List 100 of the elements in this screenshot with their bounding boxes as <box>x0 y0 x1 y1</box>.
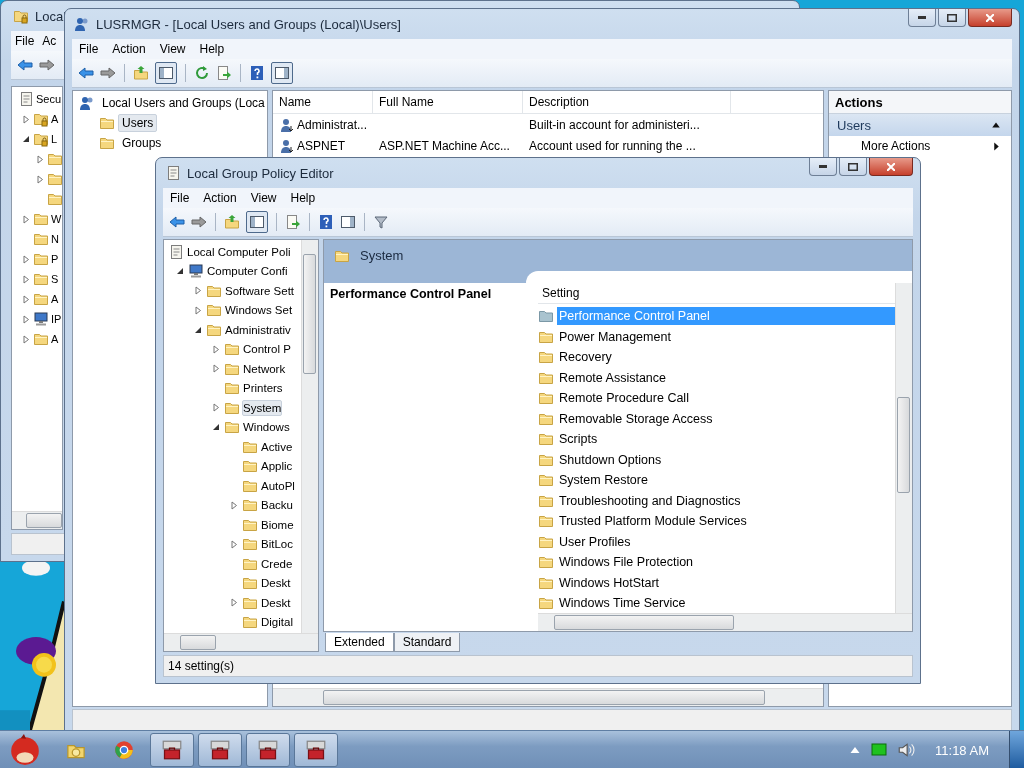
column-header[interactable]: Full Name <box>373 91 523 113</box>
back-arrow-icon[interactable] <box>78 65 94 81</box>
menu-item[interactable]: File <box>72 42 106 56</box>
forward-arrow-icon[interactable] <box>100 65 116 81</box>
collapsed-arrow-icon[interactable] <box>22 254 30 264</box>
tree-pane-icon[interactable] <box>155 62 177 84</box>
tree-item[interactable]: Computer Confi <box>206 263 289 280</box>
menu-item[interactable]: Action <box>105 42 153 56</box>
setting-item[interactable]: Trusted Platform Module Services <box>557 512 895 531</box>
tree-item[interactable]: Deskt <box>260 594 292 611</box>
help-icon[interactable] <box>249 65 265 81</box>
forward-arrow-icon[interactable] <box>191 214 207 230</box>
caret-up-icon[interactable] <box>991 120 1001 130</box>
tree-item[interactable]: A <box>50 113 60 125</box>
collapsed-arrow-icon[interactable] <box>230 539 238 549</box>
setting-item[interactable]: Power Management <box>557 327 895 346</box>
tree-item[interactable]: A <box>50 333 60 345</box>
tree-item[interactable]: S <box>50 273 60 285</box>
section-header[interactable]: Users <box>837 117 871 133</box>
tree-item[interactable]: Applic <box>260 458 294 475</box>
up-folder-icon[interactable] <box>224 214 240 230</box>
setting-item[interactable]: System Restore <box>557 471 895 490</box>
collapsed-arrow-icon[interactable] <box>194 286 202 296</box>
setting-item[interactable]: Troubleshooting and Diagnostics <box>557 491 895 510</box>
menu-item[interactable]: Help <box>283 191 323 205</box>
collapsed-arrow-icon[interactable] <box>212 344 220 354</box>
action-pane-icon[interactable] <box>340 214 356 230</box>
tree-item[interactable]: Backu <box>260 497 294 514</box>
forward-arrow-icon[interactable] <box>39 57 55 73</box>
horizontal-scrollbar[interactable] <box>12 511 62 529</box>
tree-item[interactable]: System <box>242 399 283 416</box>
expanded-arrow-icon[interactable] <box>212 423 220 432</box>
setting-item[interactable]: Remote Procedure Call <box>557 389 895 408</box>
caret-right-icon[interactable] <box>992 141 1001 151</box>
expanded-arrow-icon[interactable] <box>176 267 184 276</box>
taskbar-button[interactable] <box>246 733 290 767</box>
menu-item[interactable]: Ac <box>38 34 61 48</box>
tree-item[interactable]: Groups <box>118 134 166 152</box>
vertical-scrollbar[interactable] <box>895 283 912 613</box>
setting-item[interactable]: Windows File Protection <box>557 553 895 572</box>
tree-item[interactable]: A <box>50 293 60 305</box>
tree-item[interactable]: P <box>50 253 60 265</box>
collapsed-arrow-icon[interactable] <box>22 314 30 324</box>
collapsed-arrow-icon[interactable] <box>230 598 238 608</box>
show-desktop-button[interactable] <box>1009 731 1024 768</box>
view-tab[interactable]: Extended <box>325 633 394 652</box>
tree-item[interactable]: Crede <box>260 555 294 572</box>
minimize-button[interactable] <box>809 158 837 176</box>
menu-item[interactable]: Help <box>192 42 232 56</box>
menu-item[interactable]: Action <box>196 191 244 205</box>
tree-item[interactable]: Digital <box>260 614 294 631</box>
horizontal-scrollbar[interactable] <box>273 688 823 706</box>
column-header[interactable]: Description <box>523 91 731 113</box>
menu-item[interactable]: File <box>163 191 197 205</box>
collapsed-arrow-icon[interactable] <box>22 114 30 124</box>
taskbar-button[interactable] <box>150 733 194 767</box>
setting-item[interactable]: Windows Time Service <box>557 594 895 613</box>
tree-item[interactable]: AutoPl <box>260 477 296 494</box>
close-button[interactable] <box>968 9 1012 27</box>
tree-item[interactable]: Deskt <box>260 575 292 592</box>
collapsed-arrow-icon[interactable] <box>22 294 30 304</box>
tree-item[interactable]: Printers <box>242 380 284 397</box>
horizontal-scrollbar[interactable] <box>164 633 318 651</box>
tree-item[interactable]: Secu <box>35 93 62 105</box>
tree-item[interactable]: N <box>50 233 60 245</box>
collapsed-arrow-icon[interactable] <box>212 364 220 374</box>
minimize-button[interactable] <box>908 9 936 27</box>
collapsed-arrow-icon[interactable] <box>230 500 238 510</box>
tree-item[interactable]: Software Sett <box>224 282 296 299</box>
setting-item[interactable]: Windows HotStart <box>557 573 895 592</box>
setting-item[interactable]: Remote Assistance <box>557 368 895 387</box>
collapsed-arrow-icon[interactable] <box>36 154 44 164</box>
column-header[interactable]: Setting <box>538 283 895 304</box>
expanded-arrow-icon[interactable] <box>22 135 30 143</box>
network-icon[interactable] <box>871 742 888 758</box>
setting-item[interactable]: Removable Storage Access <box>557 409 895 428</box>
tree-pane-icon[interactable] <box>246 211 268 233</box>
collapsed-arrow-icon[interactable] <box>22 334 30 344</box>
tree-item[interactable]: Network <box>242 360 287 377</box>
tree-item[interactable]: Users <box>118 114 158 132</box>
maximize-button[interactable] <box>938 9 966 27</box>
menu-item[interactable]: File <box>11 34 39 48</box>
tree-item[interactable]: IP <box>50 313 62 325</box>
setting-item[interactable]: User Profiles <box>557 532 895 551</box>
action-link[interactable]: More Actions <box>861 139 931 153</box>
menu-item[interactable]: View <box>152 42 193 56</box>
speaker-icon[interactable] <box>897 741 916 759</box>
collapsed-arrow-icon[interactable] <box>212 403 220 413</box>
close-button[interactable] <box>869 158 913 176</box>
setting-item[interactable]: Shutdown Options <box>557 450 895 469</box>
export-list-icon[interactable] <box>285 214 301 230</box>
collapsed-arrow-icon[interactable] <box>36 174 44 184</box>
expanded-arrow-icon[interactable] <box>194 325 202 334</box>
tree-item[interactable]: L <box>50 133 59 145</box>
filter-icon[interactable] <box>373 214 389 230</box>
taskbar-button[interactable] <box>198 733 242 767</box>
tree-item[interactable]: Windows Set <box>224 302 294 319</box>
column-header[interactable]: Name <box>273 91 373 113</box>
setting-item[interactable]: Scripts <box>557 430 895 449</box>
tree-item[interactable]: W <box>50 213 62 225</box>
